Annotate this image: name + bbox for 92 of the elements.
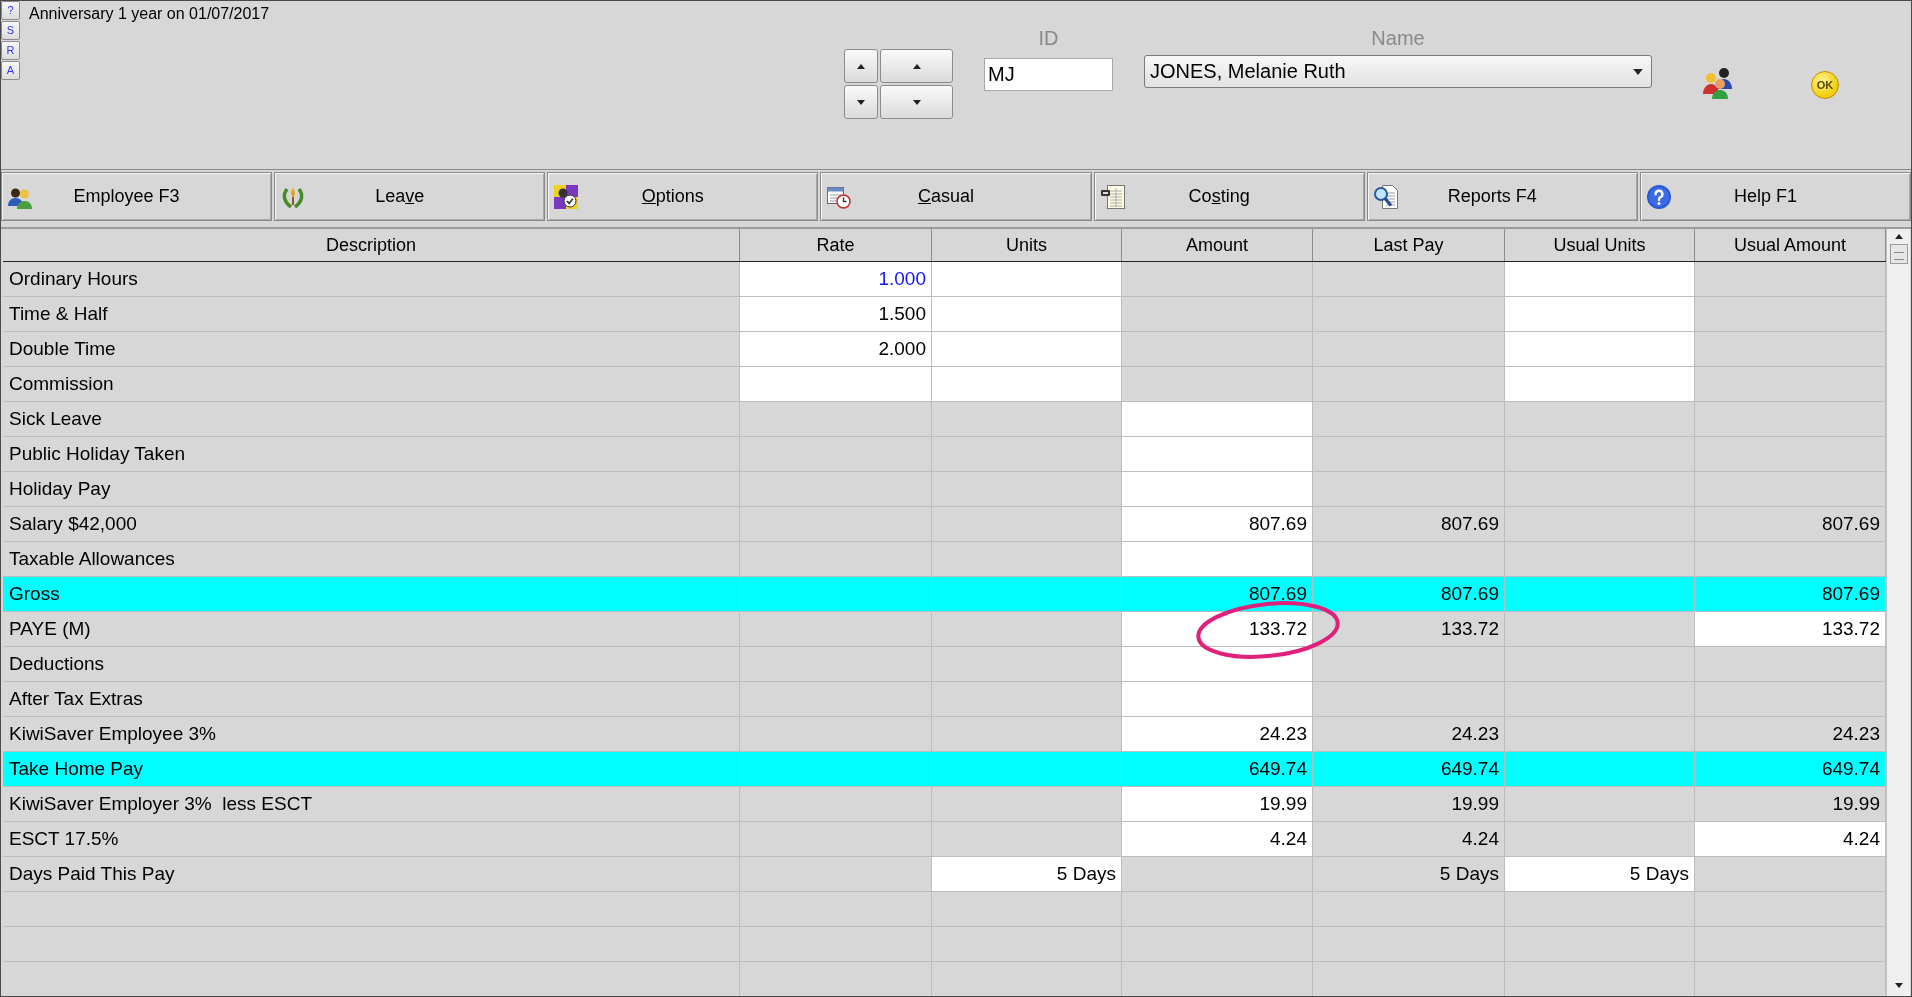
up-caret-icon <box>912 63 921 69</box>
table-cell: 24.23 <box>1313 717 1505 751</box>
table-cell: Taxable Allowances <box>3 542 740 576</box>
table-cell: ESCT 17.5% <box>3 822 740 856</box>
tab-button[interactable]: Leave <box>274 172 546 221</box>
table-cell: Take Home Pay <box>3 752 740 786</box>
input-field[interactable] <box>1122 682 1313 716</box>
tab-button[interactable]: Options <box>547 172 819 221</box>
column-header[interactable]: Last Pay <box>1313 229 1505 261</box>
document-magnifier-icon <box>1373 184 1398 209</box>
down-button[interactable] <box>880 85 953 119</box>
side-button[interactable]: A <box>1 61 20 80</box>
table-cell: KiwiSaver Employee 3% <box>3 717 740 751</box>
input-field[interactable]: 133.72 <box>1122 612 1313 646</box>
table-cell: 133.72 <box>1313 612 1505 646</box>
side-button[interactable]: R <box>1 41 20 60</box>
id-field[interactable]: MJ <box>984 58 1113 91</box>
column-header[interactable]: Description <box>3 229 740 261</box>
table-cell: Days Paid This Pay <box>3 857 740 891</box>
input-field[interactable] <box>1505 297 1695 331</box>
table-cell: After Tax Extras <box>3 682 740 716</box>
table-cell: 649.74 <box>1313 752 1505 786</box>
table-cell: 19.99 <box>1313 787 1505 821</box>
calendar-clock-icon <box>827 184 852 209</box>
scroll-up-icon[interactable] <box>1894 234 1903 239</box>
input-field[interactable] <box>1122 542 1313 576</box>
scrollbar[interactable] <box>1886 229 1910 996</box>
tab-button[interactable]: Reports F4 <box>1366 172 1638 221</box>
table-cell: 807.69 <box>1122 577 1313 611</box>
table-cell: Gross <box>3 577 740 611</box>
table-cell: Holiday Pay <box>3 472 740 506</box>
scroll-thumb[interactable] <box>1889 244 1908 264</box>
check-tile-icon <box>554 184 579 209</box>
up-caret-icon <box>857 63 865 69</box>
input-field[interactable] <box>1505 332 1695 366</box>
column-header[interactable]: Amount <box>1122 229 1313 261</box>
side-button[interactable]: S <box>1 21 20 40</box>
input-field[interactable] <box>932 332 1122 366</box>
tab-button[interactable]: Casual <box>820 172 1092 221</box>
up-button[interactable] <box>844 49 878 83</box>
input-field[interactable] <box>932 262 1122 296</box>
column-header[interactable]: Rate <box>740 229 932 261</box>
ledger-icon <box>1100 184 1125 209</box>
input-field[interactable]: 1.000 <box>740 262 932 296</box>
input-field[interactable]: 4.24 <box>1122 822 1313 856</box>
column-header[interactable]: Usual Units <box>1505 229 1695 261</box>
input-field[interactable]: 4.24 <box>1695 822 1886 856</box>
table-cell: Sick Leave <box>3 402 740 436</box>
input-field[interactable] <box>1505 367 1695 401</box>
table-cell: Salary $42,000 <box>3 507 740 541</box>
help-icon <box>1646 184 1671 209</box>
input-field[interactable] <box>932 367 1122 401</box>
table-cell: PAYE (M) <box>3 612 740 646</box>
tab-button[interactable]: Employee F3 <box>1 172 273 221</box>
down-button[interactable] <box>844 85 878 119</box>
up-button[interactable] <box>880 49 953 83</box>
table-cell: Public Holiday Taken <box>3 437 740 471</box>
table-cell: 807.69 <box>1313 507 1505 541</box>
input-field[interactable]: 133.72 <box>1695 612 1886 646</box>
table-cell: 807.69 <box>1313 577 1505 611</box>
down-caret-icon <box>912 99 921 105</box>
input-field[interactable] <box>1122 437 1313 471</box>
table-cell: 649.74 <box>1122 752 1313 786</box>
input-field[interactable]: 24.23 <box>1122 717 1313 751</box>
tab-button[interactable]: Help F1 <box>1639 172 1911 221</box>
anniversary-notice: Anniversary 1 year on 01/07/2017 <box>29 5 270 23</box>
input-field[interactable] <box>1505 262 1695 296</box>
input-field[interactable]: 807.69 <box>1122 507 1313 541</box>
input-field[interactable]: 19.99 <box>1122 787 1313 821</box>
column-header[interactable]: Units <box>932 229 1122 261</box>
name-label: Name <box>1371 26 1425 50</box>
input-field[interactable] <box>740 367 932 401</box>
input-field[interactable]: 2.000 <box>740 332 932 366</box>
ok-button[interactable]: OK <box>1811 71 1839 99</box>
scroll-down-icon[interactable] <box>1894 983 1903 988</box>
table-cell: Deductions <box>3 647 740 681</box>
table-cell: 4.24 <box>1313 822 1505 856</box>
input-field[interactable]: 1.500 <box>740 297 932 331</box>
input-field[interactable] <box>1122 402 1313 436</box>
down-caret-icon <box>857 99 865 105</box>
caret-icon <box>1633 68 1643 75</box>
people-group-icon[interactable] <box>1702 67 1734 99</box>
input-field[interactable] <box>1122 472 1313 506</box>
table-cell: KiwiSaver Employer 3% less ESCT <box>3 787 740 821</box>
input-field[interactable]: 5 Days <box>932 857 1122 891</box>
input-field[interactable] <box>932 297 1122 331</box>
tab-button[interactable]: Costing <box>1093 172 1365 221</box>
input-field[interactable]: 5 Days <box>1505 857 1695 891</box>
id-label: ID <box>1038 26 1059 50</box>
name-dropdown[interactable]: JONES, Melanie Ruth <box>1144 55 1652 88</box>
input-field[interactable] <box>1122 647 1313 681</box>
side-button[interactable]: ? <box>1 1 20 20</box>
